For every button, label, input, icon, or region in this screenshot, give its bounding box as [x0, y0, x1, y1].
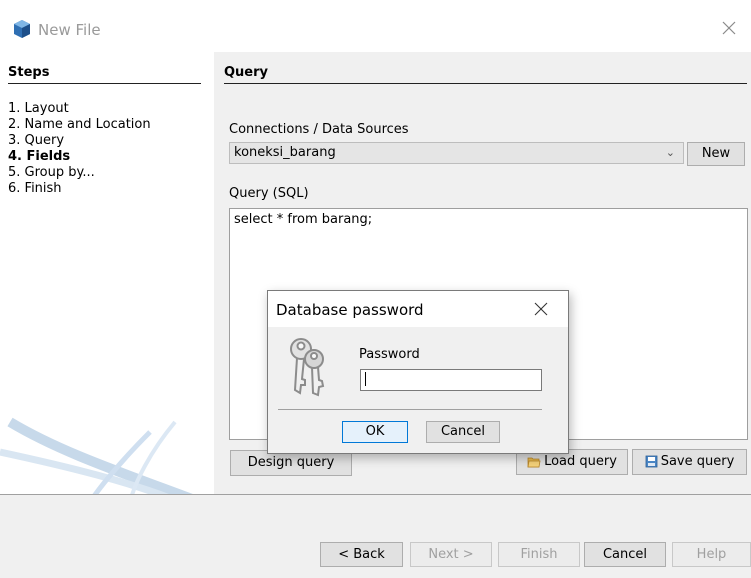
help-button[interactable]: Help: [672, 542, 751, 567]
step-item-query: 3. Query: [8, 133, 65, 148]
connection-selected-value: koneksi_barang: [234, 145, 336, 160]
steps-header: Steps: [8, 65, 201, 84]
step-item-finish: 6. Finish: [8, 181, 62, 196]
ok-button[interactable]: OK: [342, 421, 408, 443]
steps-list: 1. Layout 2. Name and Location 3. Query …: [8, 101, 151, 197]
dialog-divider: [278, 409, 542, 410]
back-button[interactable]: < Back: [320, 542, 403, 567]
step-item-fields: 4. Fields: [8, 149, 71, 164]
panel-title: Query: [224, 65, 747, 84]
wizard-navigation-bar: < Back Next > Finish Cancel Help: [0, 495, 751, 578]
folder-open-icon: [527, 457, 541, 467]
wizard-swoosh-graphic: [0, 417, 193, 494]
dialog-titlebar: Database password: [268, 291, 568, 327]
step-item-layout: 1. Layout: [8, 101, 69, 116]
close-icon[interactable]: [532, 300, 550, 318]
close-icon[interactable]: [718, 17, 740, 39]
window-title: New File: [38, 21, 101, 39]
next-button[interactable]: Next >: [410, 542, 492, 567]
connections-label: Connections / Data Sources: [229, 122, 409, 137]
finish-button[interactable]: Finish: [498, 542, 580, 567]
database-password-dialog: Database password Password OK Cancel: [267, 290, 569, 454]
query-sql-label: Query (SQL): [229, 186, 309, 201]
step-item-name-location: 2. Name and Location: [8, 117, 151, 132]
password-field[interactable]: [360, 369, 542, 391]
steps-panel: Steps 1. Layout 2. Name and Location 3. …: [0, 52, 210, 494]
password-label: Password: [359, 347, 420, 362]
save-query-button[interactable]: Save query: [632, 449, 747, 475]
connection-dropdown[interactable]: koneksi_barang ⌄: [229, 142, 684, 164]
new-connection-button[interactable]: New: [687, 142, 745, 166]
save-disk-icon: [645, 455, 658, 468]
save-query-label: Save query: [660, 454, 735, 469]
load-query-label: Load query: [544, 454, 617, 469]
cancel-button[interactable]: Cancel: [584, 542, 666, 567]
window-titlebar: New File: [0, 0, 751, 52]
netbeans-cube-icon: [14, 20, 30, 38]
keys-icon: [290, 338, 325, 397]
chevron-down-icon: ⌄: [665, 146, 675, 159]
step-item-group-by: 5. Group by...: [8, 165, 95, 180]
text-caret: [365, 371, 366, 386]
dialog-cancel-button[interactable]: Cancel: [426, 421, 500, 443]
dialog-title: Database password: [276, 301, 424, 319]
